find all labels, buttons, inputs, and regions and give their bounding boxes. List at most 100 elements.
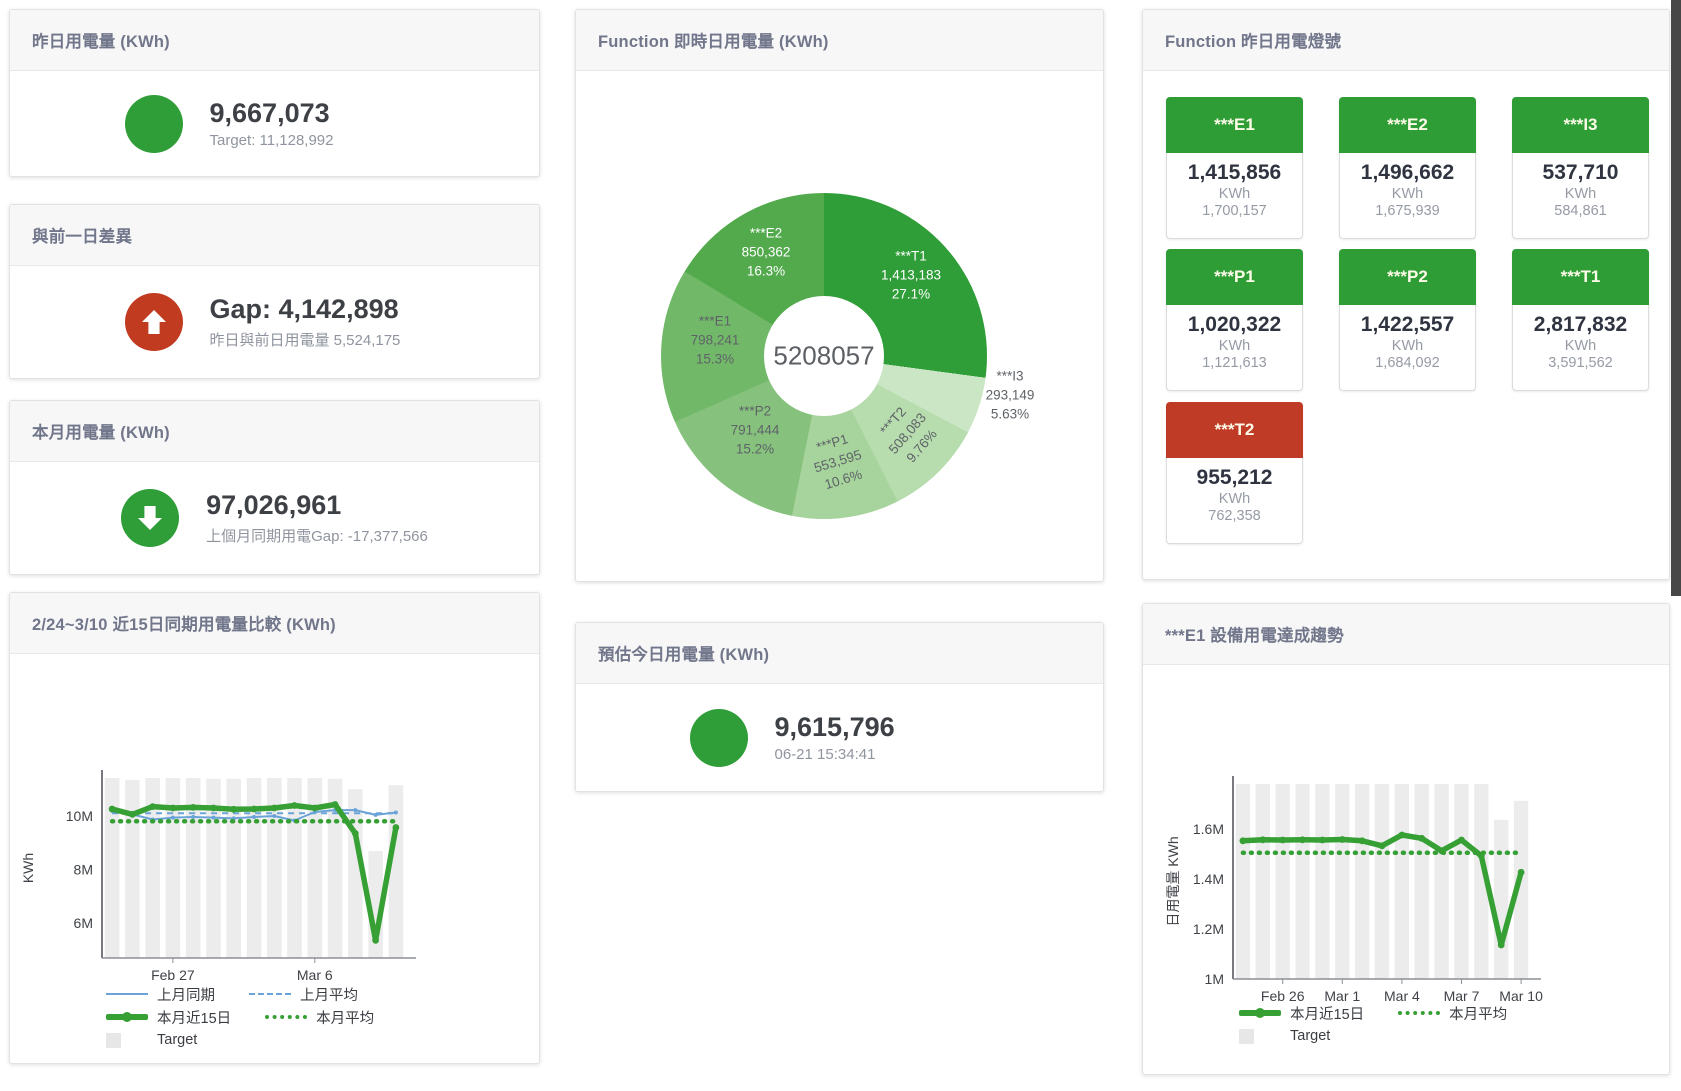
series-point (1339, 836, 1346, 843)
series-point (170, 805, 177, 812)
legend-item[interactable]: 上月同期 (106, 984, 215, 1005)
legend-label: 本月平均 (1449, 1003, 1507, 1024)
series-point (311, 805, 318, 812)
target-bar (125, 780, 140, 958)
target-bar (1415, 784, 1429, 979)
series-point (230, 806, 237, 813)
legend-label: 本月平均 (316, 1007, 374, 1028)
status-tile-P2[interactable]: ***P21,422,557KWh1,684,092 (1339, 249, 1476, 391)
series-point (129, 811, 136, 818)
status-circle-icon (690, 709, 748, 767)
legend-item[interactable]: Target (106, 1032, 197, 1048)
donut-label-T1: ***T11,413,18327.1% (881, 248, 941, 305)
series-point (291, 802, 298, 809)
series-point (149, 803, 156, 810)
status-tile-P1[interactable]: ***P11,020,322KWh1,121,613 (1166, 249, 1303, 391)
svg-text:10M: 10M (66, 808, 93, 824)
legend-item[interactable]: 上月平均 (249, 984, 358, 1005)
tile-value: 1,422,557 (1340, 313, 1475, 337)
series-point (210, 805, 217, 812)
legend-item[interactable]: 本月近15日 (106, 1007, 231, 1028)
status-tile-E2[interactable]: ***E21,496,662KWh1,675,939 (1339, 97, 1476, 239)
legend-item[interactable]: Target (1239, 1028, 1330, 1044)
stat-text: Gap: 4,142,898 昨日與前日用電量 5,524,175 (210, 294, 425, 349)
energy-dashboard: 昨日用電量 (KWh) 9,667,073 Target: 11,128,992… (0, 0, 1681, 1091)
donut-label-E1: ***E1798,24115.3% (691, 313, 740, 370)
legend-box-gray-icon (1239, 1028, 1281, 1044)
target-bar (1315, 784, 1329, 979)
scrollbar-thumb[interactable] (1671, 0, 1681, 596)
status-tile-T1[interactable]: ***T12,817,832KWh3,591,562 (1512, 249, 1649, 391)
series-point (1418, 835, 1425, 842)
series-point (394, 811, 398, 815)
legend-dot-green-icon (265, 1009, 307, 1025)
tile-unit: KWh (1340, 338, 1475, 354)
stat-value: Gap: 4,142,898 (210, 294, 425, 325)
tile-unit: KWh (1513, 186, 1648, 202)
tile-value: 537,710 (1513, 161, 1648, 185)
card-yesterday-usage: 昨日用電量 (KWh) 9,667,073 Target: 11,128,992 (9, 9, 540, 177)
series-point (1359, 837, 1366, 844)
series-point (1438, 847, 1445, 854)
compare-legend: 上月同期 上月平均本月近15日 本月平均 Target (106, 985, 374, 1049)
card-body: 97,026,961 上個月同期用電Gap: -17,377,566 (10, 462, 539, 574)
tile-value: 955,212 (1167, 466, 1302, 490)
tile-unit: KWh (1167, 491, 1302, 507)
status-tiles-grid: ***E11,415,856KWh1,700,157 ***E21,496,662… (1143, 10, 1669, 579)
series-point (271, 805, 278, 812)
legend-item[interactable]: 本月近15日 (1239, 1003, 1364, 1024)
legend-item[interactable]: 本月平均 (1398, 1003, 1507, 1024)
legend-dot-green-icon (1398, 1005, 1440, 1021)
legend-label: Target (157, 1032, 197, 1048)
series-point (191, 815, 195, 819)
card-title: 昨日用電量 (KWh) (32, 28, 170, 52)
legend-dash-blue-icon (249, 986, 291, 1002)
arrow-up-icon (125, 293, 183, 351)
status-tile-I3[interactable]: ***I3537,710KWh584,861 (1512, 97, 1649, 239)
tile-header: ***I3 (1512, 97, 1649, 153)
card-header: 本月用電量 (KWh) (10, 401, 539, 462)
tile-unit: KWh (1513, 338, 1648, 354)
svg-text:8M: 8M (74, 862, 93, 878)
target-bar (1295, 784, 1309, 979)
legend-label: Target (1290, 1028, 1330, 1044)
svg-text:1.4M: 1.4M (1193, 871, 1224, 887)
card-header: 與前一日差異 (10, 205, 539, 266)
legend-line-blue-icon (106, 986, 148, 1002)
series-point (1240, 837, 1247, 844)
status-tile-E1[interactable]: ***E11,415,856KWh1,700,157 (1166, 97, 1303, 239)
stat-subtitle: 昨日與前日用電量 5,524,175 (210, 329, 425, 350)
tile-header: ***E2 (1339, 97, 1476, 153)
series-point (1279, 837, 1286, 844)
stat-text: 9,615,796 06-21 15:34:41 (775, 712, 990, 763)
card-title: 本月用電量 (KWh) (32, 419, 170, 443)
card-title: 與前一日差異 (32, 223, 132, 247)
card-body: 9,667,073 Target: 11,128,992 (10, 71, 539, 176)
series-point (332, 801, 339, 808)
legend-label: 本月近15日 (1290, 1003, 1364, 1024)
tile-value: 2,817,832 (1513, 313, 1648, 337)
target-bar (1236, 784, 1250, 979)
stat-subtitle: 上個月同期用電Gap: -17,377,566 (206, 525, 428, 546)
legend-item[interactable]: 本月平均 (265, 1007, 374, 1028)
stat-value: 9,615,796 (775, 712, 990, 743)
card-month-usage: 本月用電量 (KWh) 97,026,961 上個月同期用電Gap: -17,3… (9, 400, 540, 575)
target-bar (247, 778, 262, 958)
target-bar (105, 778, 120, 958)
svg-text:Mar 6: Mar 6 (297, 967, 333, 983)
series-point (1399, 832, 1406, 839)
series-point (252, 815, 256, 819)
card-header: 昨日用電量 (KWh) (10, 10, 539, 71)
series-point (353, 808, 357, 812)
status-tile-T2[interactable]: ***T2955,212KWh762,358 (1166, 402, 1303, 544)
tile-target: 1,684,092 (1340, 355, 1475, 371)
card-estimate-today: 預估今日用電量 (KWh) 9,615,796 06-21 15:34:41 (575, 622, 1104, 792)
donut-center-value: 5208057 (773, 341, 874, 372)
card-status-lights: Function 昨日用電燈號 ***E11,415,856KWh1,700,1… (1142, 9, 1670, 580)
series-point (251, 806, 258, 813)
donut-chart[interactable]: 5208057 ***T11,413,18327.1%***I3293,1495… (576, 10, 1103, 581)
series-point (393, 824, 400, 831)
target-bar (1434, 784, 1448, 979)
svg-text:6M: 6M (74, 915, 93, 931)
target-bar (1256, 784, 1270, 979)
